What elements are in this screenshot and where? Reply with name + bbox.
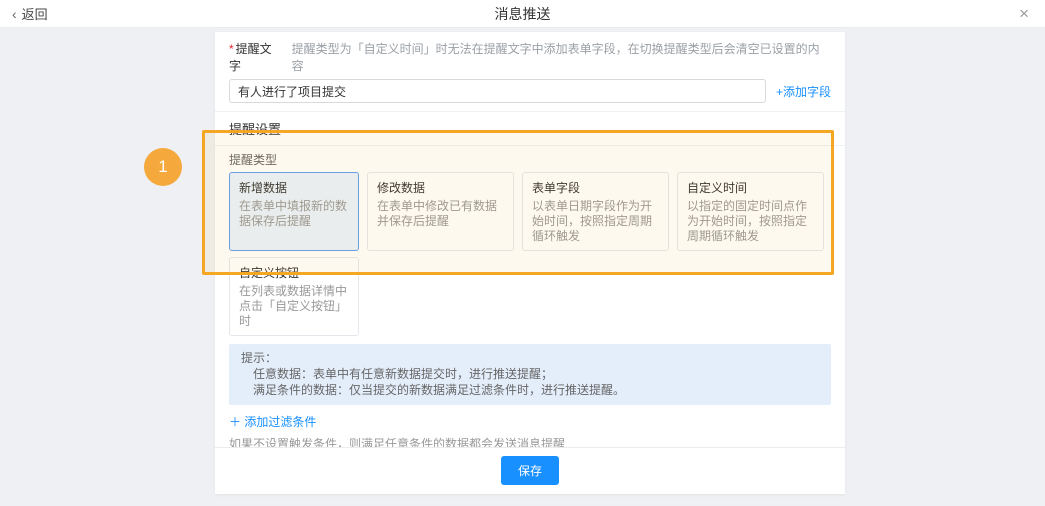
option-card-form-field[interactable]: 表单字段 以表单日期字段作为开始时间，按照指定周期循环触发: [522, 172, 669, 251]
page-title: 消息推送: [494, 5, 551, 22]
option-desc: 在表单中修改已有数据并保存后提醒: [377, 199, 498, 228]
top-bar: ‹ 返回 消息推送 ×: [0, 0, 1045, 28]
tip-line: 任意数据：表单中有任意新数据提交时，进行推送提醒；: [253, 367, 554, 382]
option-card-modify-data[interactable]: 修改数据 在表单中修改已有数据并保存后提醒: [367, 172, 514, 251]
footer-bar: 保存: [215, 447, 845, 494]
settings-section-header: 提醒设置: [215, 111, 845, 146]
required-asterisk: *: [229, 42, 234, 56]
add-filter-row: ＋ 添加过滤条件: [229, 413, 831, 430]
page-background: * 提醒文字 提醒类型为「自定义时间」时无法在提醒文字中添加表单字段，在切换提醒类…: [0, 28, 1045, 506]
reminder-text-hint: 提醒类型为「自定义时间」时无法在提醒文字中添加表单字段，在切换提醒类型后会清空已…: [291, 42, 820, 73]
option-desc: 在表单中填报新的数据保存后提醒: [239, 199, 348, 228]
option-title: 自定义时间: [687, 181, 748, 195]
reminder-text-label: * 提醒文字: [229, 42, 272, 73]
reminder-text-section: * 提醒文字 提醒类型为「自定义时间」时无法在提醒文字中添加表单字段，在切换提醒类…: [215, 32, 845, 111]
close-icon[interactable]: ×: [1015, 5, 1033, 22]
tip-line: 满足条件的数据：仅当提交的新数据满足过滤条件时，进行推送提醒。: [253, 383, 626, 398]
annotation-step-badge: 1: [144, 148, 182, 186]
option-desc: 在列表或数据详情中点击「自定义按钮」时: [239, 284, 348, 328]
add-filter-link[interactable]: ＋ 添加过滤条件: [229, 415, 316, 429]
option-desc: 以表单日期字段作为开始时间，按照指定周期循环触发: [532, 199, 653, 243]
reminder-type-options: 新增数据 在表单中填报新的数据保存后提醒 修改数据 在表单中修改已有数据并保存后…: [229, 172, 831, 336]
option-card-custom-button[interactable]: 自定义按钮 在列表或数据详情中点击「自定义按钮」时: [229, 257, 359, 336]
option-title: 修改数据: [377, 181, 426, 195]
option-title: 表单字段: [532, 181, 581, 195]
add-field-link[interactable]: +添加字段: [776, 83, 831, 100]
option-title: 自定义按钮: [239, 266, 300, 280]
option-title: 新增数据: [239, 181, 288, 195]
settings-card: * 提醒文字 提醒类型为「自定义时间」时无法在提醒文字中添加表单字段，在切换提醒类…: [215, 32, 845, 494]
reminder-text-input[interactable]: [229, 79, 766, 103]
back-chevron-icon: ‹: [12, 5, 17, 22]
option-card-custom-time[interactable]: 自定义时间 以指定的固定时间点作为开始时间，按照指定周期循环触发: [677, 172, 824, 251]
back-label: 返回: [21, 7, 48, 22]
option-card-new-data[interactable]: 新增数据 在表单中填报新的数据保存后提醒: [229, 172, 359, 251]
option-desc: 以指定的固定时间点作为开始时间，按照指定周期循环触发: [687, 199, 808, 243]
save-button[interactable]: 保存: [500, 456, 559, 485]
tip-title: 提示：: [241, 351, 278, 365]
reminder-type-label: 提醒类型: [229, 153, 278, 167]
tip-box: 提示： 任意数据：表单中有任意新数据提交时，进行推送提醒； 满足条件的数据：仅当…: [229, 344, 831, 405]
back-button[interactable]: ‹ 返回: [12, 4, 48, 23]
